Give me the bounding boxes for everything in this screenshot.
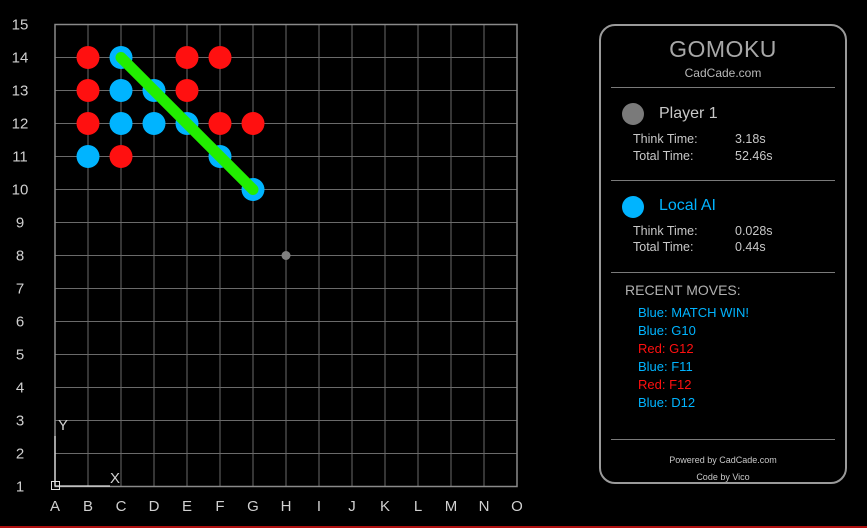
column-label: C xyxy=(116,498,127,515)
column-label: K xyxy=(380,498,390,515)
row-label: 11 xyxy=(12,149,28,166)
column-label: E xyxy=(182,498,192,515)
recent-move-item: Blue: F11 xyxy=(638,359,693,374)
recent-move-item: Blue: G10 xyxy=(638,323,696,338)
blue-stone[interactable] xyxy=(109,112,133,135)
column-label: M xyxy=(445,498,458,515)
player2-total-value: 0.44s xyxy=(735,240,766,254)
axis-y-label: Y xyxy=(58,417,68,434)
site-subtitle: CadCade.com xyxy=(684,66,762,80)
red-stone[interactable] xyxy=(208,112,232,135)
divider xyxy=(611,180,835,181)
player2-total-label: Total Time: xyxy=(633,240,694,254)
footer-credit: Code by Vico xyxy=(696,472,750,482)
red-stone[interactable] xyxy=(175,79,199,102)
row-label: 9 xyxy=(16,215,24,232)
row-label: 14 xyxy=(12,50,29,67)
blue-stone[interactable] xyxy=(76,145,100,168)
column-label: L xyxy=(414,498,422,515)
player2-stone-icon xyxy=(622,196,644,218)
game-title: GOMOKU xyxy=(669,36,777,62)
recent-move-item: Blue: MATCH WIN! xyxy=(638,305,749,320)
player2-name: Local AI xyxy=(659,197,716,214)
player1-think-value: 3.18s xyxy=(735,132,766,146)
row-label: 5 xyxy=(16,347,24,364)
player1-total-label: Total Time: xyxy=(633,149,694,163)
red-stone[interactable] xyxy=(109,145,133,168)
footer-powered: Powered by CadCade.com xyxy=(669,455,777,465)
column-label: O xyxy=(511,498,523,515)
column-label: H xyxy=(281,498,292,515)
blue-stone[interactable] xyxy=(109,79,133,102)
recent-moves-list: Blue: MATCH WIN! Blue: G10 Red: G12 Blue: F… xyxy=(638,304,749,412)
red-stone[interactable] xyxy=(175,46,199,69)
info-panel: GOMOKU CadCade.com Player 1 Think Time: … xyxy=(599,24,847,484)
axis-x-label: X xyxy=(110,470,120,487)
row-label: 12 xyxy=(12,116,29,133)
blue-stone[interactable] xyxy=(142,112,166,135)
column-label: A xyxy=(50,498,60,515)
row-label: 6 xyxy=(16,314,24,331)
column-label: F xyxy=(215,498,224,515)
red-stone[interactable] xyxy=(76,79,100,102)
player2-think-label: Think Time: xyxy=(633,224,698,238)
column-label: G xyxy=(247,498,259,515)
column-label: J xyxy=(348,498,356,515)
row-label: 3 xyxy=(16,413,24,430)
red-stone[interactable] xyxy=(241,112,265,135)
column-label: N xyxy=(479,498,490,515)
red-stone[interactable] xyxy=(76,46,100,69)
divider xyxy=(611,272,835,273)
recent-move-item: Red: G12 xyxy=(638,341,694,356)
recent-move-item: Red: F12 xyxy=(638,377,692,392)
row-label: 8 xyxy=(16,248,24,265)
row-label: 13 xyxy=(12,83,29,100)
player2-think-value: 0.028s xyxy=(735,224,773,238)
recent-move-item: Blue: D12 xyxy=(638,395,696,410)
row-label: 10 xyxy=(12,182,29,199)
player1-stone-icon xyxy=(622,103,644,125)
red-stone[interactable] xyxy=(208,46,232,69)
player1-total-value: 52.46s xyxy=(735,149,773,163)
divider xyxy=(611,439,835,440)
row-label: 4 xyxy=(16,380,24,397)
row-label: 1 xyxy=(16,479,24,496)
column-label: B xyxy=(83,498,93,515)
divider xyxy=(611,87,835,88)
row-label: 7 xyxy=(16,281,24,298)
column-label: D xyxy=(149,498,160,515)
red-stone[interactable] xyxy=(76,112,100,135)
recent-moves-title: RECENT MOVES: xyxy=(625,282,741,298)
player1-think-label: Think Time: xyxy=(633,132,698,146)
row-label: 2 xyxy=(16,446,24,463)
column-label: I xyxy=(317,498,321,515)
center-star-point xyxy=(281,251,291,260)
row-label: 15 xyxy=(12,17,29,34)
player1-name: Player 1 xyxy=(659,105,718,122)
